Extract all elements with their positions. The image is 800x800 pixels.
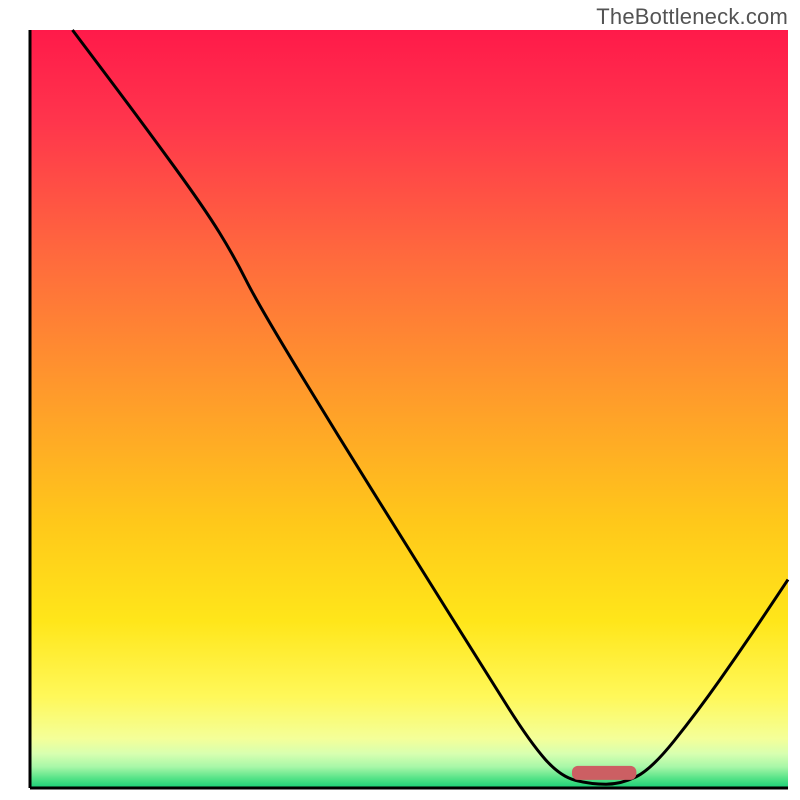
watermark-text: TheBottleneck.com bbox=[596, 4, 788, 30]
bottleneck-chart bbox=[0, 0, 800, 800]
optimal-marker bbox=[572, 766, 636, 780]
chart-container: TheBottleneck.com bbox=[0, 0, 800, 800]
gradient-background bbox=[30, 30, 788, 788]
